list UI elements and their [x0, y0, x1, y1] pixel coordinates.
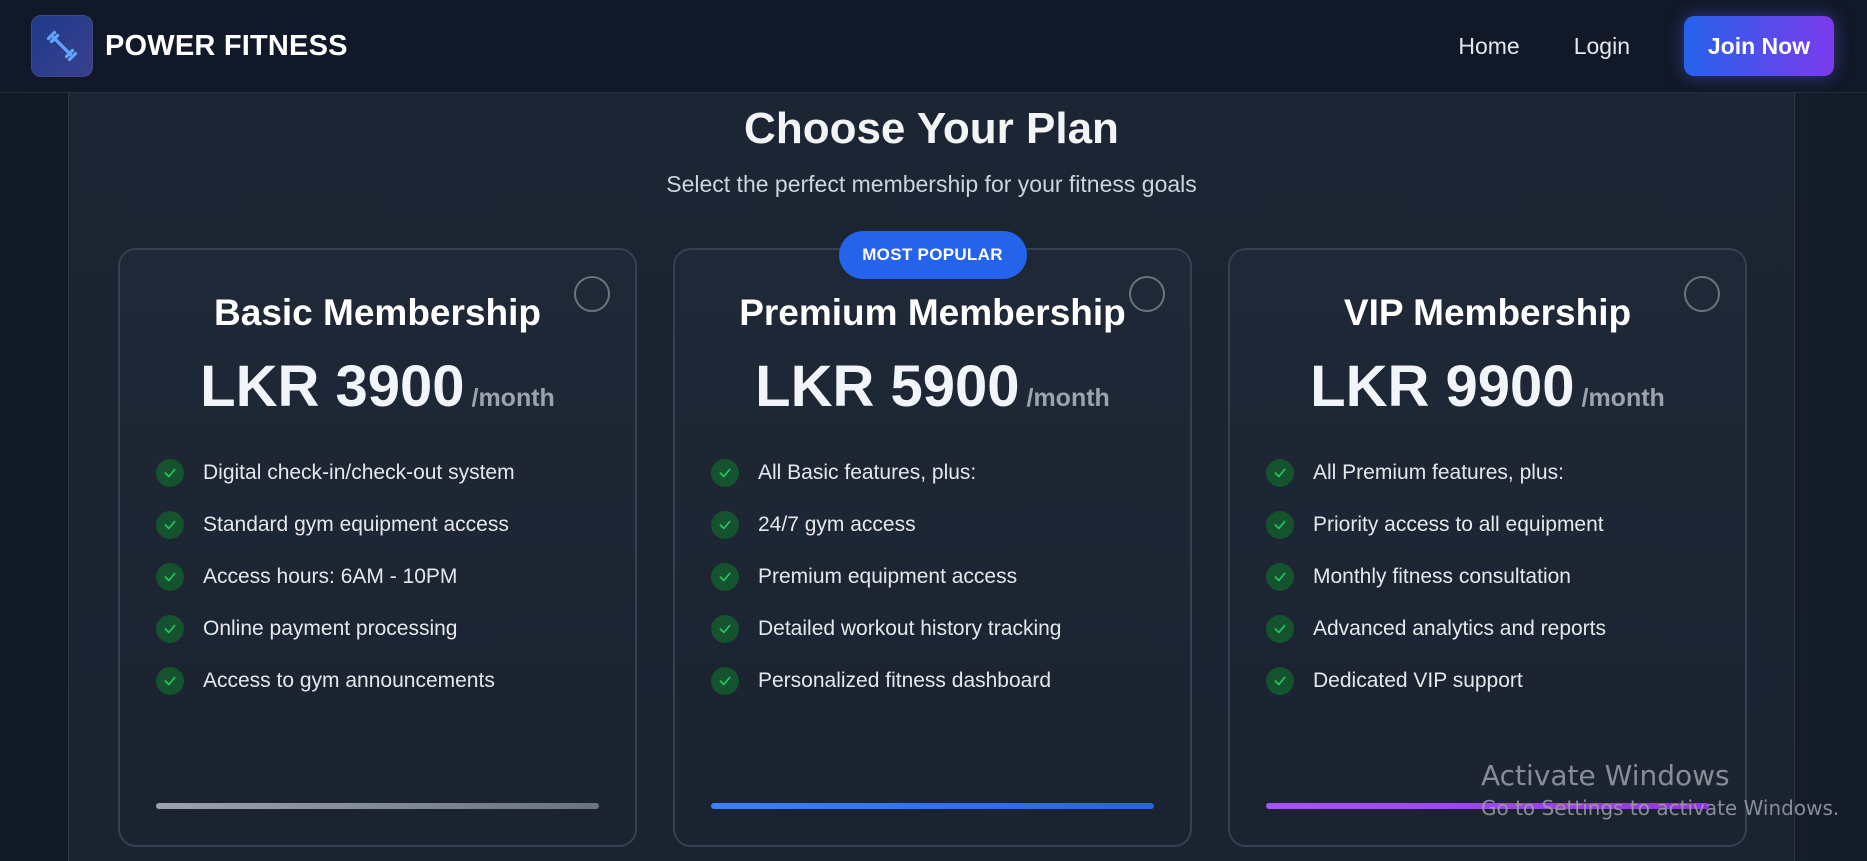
feature-text: Online payment processing	[203, 617, 458, 640]
feature-item: Access to gym announcements	[156, 655, 515, 707]
feature-text: Standard gym equipment access	[203, 513, 509, 536]
feature-item: Personalized fitness dashboard	[711, 655, 1061, 707]
price-row: LKR 9900 /month	[1230, 353, 1745, 420]
brand-name[interactable]: POWER FITNESS	[105, 30, 348, 63]
feature-text: 24/7 gym access	[758, 513, 916, 536]
page-subtitle: Select the perfect membership for your f…	[666, 171, 1197, 197]
join-now-button[interactable]: Join Now	[1684, 16, 1834, 76]
feature-text: Advanced analytics and reports	[1313, 617, 1607, 640]
logo[interactable]	[31, 15, 93, 77]
feature-text: Monthly fitness consultation	[1313, 565, 1571, 588]
feature-item: Priority access to all equipment	[1266, 499, 1606, 551]
feature-text: Access hours: 6AM - 10PM	[203, 565, 458, 588]
feature-text: All Basic features, plus:	[758, 461, 977, 484]
check-icon	[711, 667, 739, 695]
windows-activation-watermark: Activate Windows Go to Settings to activ…	[1481, 759, 1839, 820]
plan-accent-bar	[156, 803, 599, 809]
plan-price: LKR 9900	[1310, 354, 1575, 419]
pricing-panel: Choose Your Plan Select the perfect memb…	[68, 93, 1795, 861]
feature-item: Monthly fitness consultation	[1266, 551, 1606, 603]
feature-item: Dedicated VIP support	[1266, 655, 1606, 707]
check-icon	[156, 459, 184, 487]
feature-text: Personalized fitness dashboard	[758, 669, 1052, 692]
check-icon	[1266, 615, 1294, 643]
plan-accent-bar	[711, 803, 1154, 809]
feature-item: All Premium features, plus:	[1266, 447, 1606, 499]
feature-item: Digital check-in/check-out system	[156, 447, 515, 499]
nav-home-link[interactable]: Home	[1458, 33, 1519, 60]
feature-item: Online payment processing	[156, 603, 515, 655]
check-icon	[711, 459, 739, 487]
plan-card-vip[interactable]: VIP Membership LKR 9900 /month All Premi…	[1228, 248, 1747, 847]
check-icon	[1266, 511, 1294, 539]
feature-text: Premium equipment access	[758, 565, 1018, 588]
watermark-title: Activate Windows	[1481, 759, 1730, 792]
feature-text: Dedicated VIP support	[1313, 669, 1523, 692]
feature-item: All Basic features, plus:	[711, 447, 1061, 499]
plan-period: /month	[1581, 384, 1665, 412]
check-icon	[1266, 459, 1294, 487]
check-icon	[711, 563, 739, 591]
check-icon	[156, 615, 184, 643]
plan-price: LKR 5900	[755, 354, 1020, 419]
check-icon	[156, 667, 184, 695]
feature-item: Standard gym equipment access	[156, 499, 515, 551]
feature-list: All Basic features, plus: 24/7 gym acces…	[711, 447, 1061, 707]
check-icon	[1266, 563, 1294, 591]
check-icon	[711, 615, 739, 643]
feature-text: Digital check-in/check-out system	[203, 461, 515, 484]
feature-item: Advanced analytics and reports	[1266, 603, 1606, 655]
check-icon	[156, 563, 184, 591]
check-icon	[711, 511, 739, 539]
feature-text: Access to gym announcements	[203, 669, 495, 692]
feature-item: Detailed workout history tracking	[711, 603, 1061, 655]
top-navbar: POWER FITNESS Home Login Join Now	[0, 0, 1867, 93]
plan-card-premium[interactable]: MOST POPULAR Premium Membership LKR 5900…	[673, 231, 1192, 847]
plan-price: LKR 3900	[200, 354, 465, 419]
feature-item: Access hours: 6AM - 10PM	[156, 551, 515, 603]
most-popular-badge: MOST POPULAR	[838, 231, 1027, 279]
price-row: LKR 5900 /month	[675, 353, 1190, 420]
check-icon	[1266, 667, 1294, 695]
feature-list: All Premium features, plus: Priority acc…	[1266, 447, 1606, 707]
check-icon	[156, 511, 184, 539]
feature-item: 24/7 gym access	[711, 499, 1061, 551]
nav-login-link[interactable]: Login	[1574, 33, 1630, 60]
plan-name: VIP Membership	[1343, 292, 1632, 333]
plan-period: /month	[471, 384, 555, 412]
feature-text: Detailed workout history tracking	[758, 617, 1062, 640]
feature-text: All Premium features, plus:	[1313, 461, 1564, 484]
feature-text: Priority access to all equipment	[1313, 513, 1604, 536]
main-nav: Home Login Join Now	[1458, 16, 1834, 76]
plan-name: Premium Membership	[739, 292, 1126, 333]
watermark-subtitle: Go to Settings to activate Windows.	[1481, 796, 1840, 820]
feature-list: Digital check-in/check-out system Standa…	[156, 447, 515, 707]
page-title: Choose Your Plan	[744, 104, 1119, 153]
feature-item: Premium equipment access	[711, 551, 1061, 603]
dumbbell-icon	[46, 30, 78, 62]
price-row: LKR 3900 /month	[120, 353, 635, 420]
plan-period: /month	[1026, 384, 1110, 412]
plan-name: Basic Membership	[214, 292, 541, 333]
plan-card-basic[interactable]: Basic Membership LKR 3900 /month Digital…	[118, 248, 637, 847]
